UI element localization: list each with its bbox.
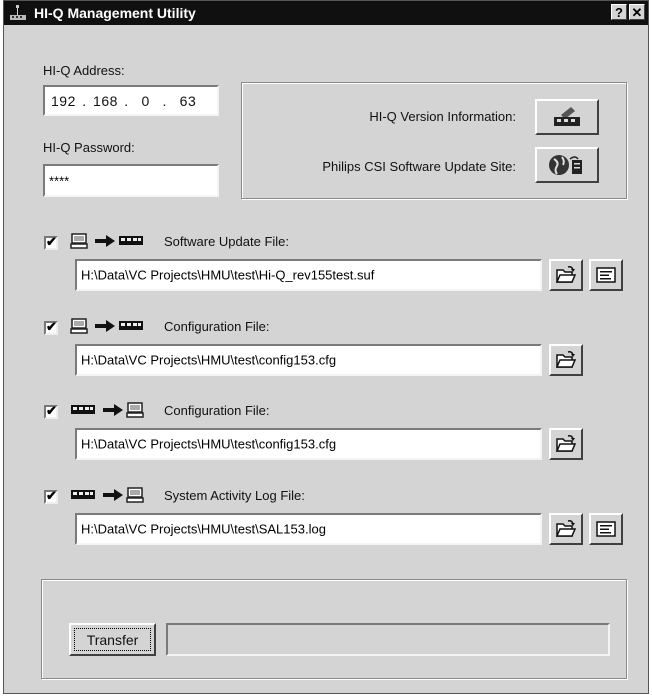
transfer-direction	[70, 487, 170, 503]
view-file-button[interactable]	[589, 513, 623, 545]
file-path-field[interactable]: H:\Data\VC Projects\HMU\test\Hi-Q_rev155…	[75, 259, 542, 291]
update-site-button[interactable]	[535, 147, 599, 183]
checkmark-icon: ✔	[46, 403, 57, 418]
app-icon	[10, 5, 26, 20]
browse-button[interactable]	[549, 259, 583, 291]
checkmark-icon: ✔	[46, 319, 57, 334]
view-file-icon	[596, 267, 616, 283]
view-file-button[interactable]	[589, 259, 623, 291]
computer-icon	[70, 318, 88, 334]
file-path-field[interactable]: H:\Data\VC Projects\HMU\test\config153.c…	[75, 428, 542, 460]
arrow-right-icon	[103, 489, 123, 501]
file-path-value: H:\Data\VC Projects\HMU\test\config153.c…	[81, 436, 337, 452]
transfer-label: Configuration File:	[164, 403, 270, 418]
file-path-value: H:\Data\VC Projects\HMU\test\SAL153.log	[81, 521, 326, 537]
globe-icon	[549, 155, 582, 175]
progress-bar	[166, 623, 610, 656]
transfer-label: System Activity Log File:	[164, 488, 305, 503]
password-value: ****	[49, 173, 70, 188]
main-window: HI-Q Management Utility ? ✕ HI-Q Address…	[3, 0, 649, 694]
computer-icon	[126, 402, 144, 418]
info-panel: HI-Q Version Information: Philips CSI So…	[241, 82, 627, 199]
address-field[interactable]: 192 . 168 . 0 . 63	[43, 85, 219, 116]
view-log-icon	[596, 521, 616, 537]
transfer-row: ✔ System Activity Log File: H:\Data\VC Pro…	[4, 487, 650, 557]
help-button[interactable]: ?	[611, 4, 627, 20]
file-path-value: H:\Data\VC Projects\HMU\test\Hi-Q_rev155…	[81, 267, 375, 283]
version-info-button[interactable]	[535, 99, 599, 135]
address-label: HI-Q Address:	[43, 63, 125, 78]
checkmark-icon: ✔	[46, 234, 57, 249]
transfer-label: Configuration File:	[164, 319, 270, 334]
update-site-label: Philips CSI Software Update Site:	[322, 159, 516, 174]
window-title: HI-Q Management Utility	[34, 5, 196, 21]
device-icon	[71, 490, 95, 499]
transfer-label: Software Update File:	[164, 234, 290, 249]
device-icon	[119, 236, 143, 245]
arrow-right-icon	[95, 235, 115, 247]
arrow-right-icon	[103, 404, 123, 416]
file-path-value: H:\Data\VC Projects\HMU\test\config153.c…	[81, 352, 337, 368]
transfer-row: ✔ Configuration File: H:\Data\VC Projects\…	[4, 318, 650, 388]
transfer-row: ✔ Configuration File: H:\Data\VC Projects\…	[4, 402, 650, 472]
open-folder-icon	[556, 351, 576, 368]
transfer-row: ✔ Software Update File: H:\Data\VC Project…	[4, 233, 650, 303]
transfer-direction	[70, 402, 170, 418]
arrow-right-icon	[95, 320, 115, 332]
title-bar: HI-Q Management Utility ? ✕	[4, 1, 648, 25]
open-folder-icon	[556, 520, 576, 537]
browse-button[interactable]	[549, 513, 583, 545]
close-button[interactable]: ✕	[629, 4, 645, 20]
browse-button[interactable]	[549, 344, 583, 376]
transfer-checkbox[interactable]: ✔	[44, 319, 58, 335]
version-info-label: HI-Q Version Information:	[369, 109, 516, 124]
device-icon	[71, 405, 95, 414]
transfer-direction	[70, 318, 170, 334]
transfer-checkbox[interactable]: ✔	[44, 488, 58, 504]
device-info-icon	[554, 107, 580, 126]
device-icon	[119, 321, 143, 330]
computer-icon	[70, 233, 88, 249]
transfer-checkbox[interactable]: ✔	[44, 234, 58, 250]
checkmark-icon: ✔	[46, 488, 57, 503]
transfer-button[interactable]: Transfer	[69, 623, 156, 656]
transfer-direction	[70, 233, 170, 249]
address-value: 192 . 168 . 0 . 63	[51, 93, 197, 109]
open-folder-icon	[556, 266, 576, 283]
browse-button[interactable]	[549, 428, 583, 460]
file-path-field[interactable]: H:\Data\VC Projects\HMU\test\SAL153.log	[75, 513, 542, 545]
password-label: HI-Q Password:	[43, 140, 135, 155]
transfer-button-label: Transfer	[86, 632, 139, 648]
transfer-checkbox[interactable]: ✔	[44, 403, 58, 419]
password-field[interactable]: ****	[43, 164, 219, 197]
computer-icon	[126, 487, 144, 503]
open-folder-icon	[556, 435, 576, 452]
file-path-field[interactable]: H:\Data\VC Projects\HMU\test\config153.c…	[75, 344, 542, 376]
transfer-panel: Transfer	[41, 579, 627, 679]
